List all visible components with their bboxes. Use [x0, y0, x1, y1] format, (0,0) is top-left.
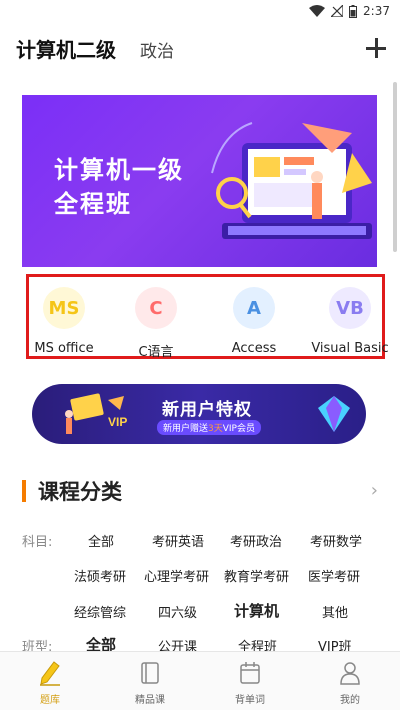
- tab-label: 题库: [40, 695, 60, 706]
- promo-subtitle: 新用户赠送3天VIP会员: [157, 420, 261, 435]
- subject-filter-item[interactable]: 四六级: [158, 602, 197, 621]
- section-accent-bar: [22, 480, 26, 502]
- tab-label: 背单词: [235, 695, 265, 706]
- subject-filter-item[interactable]: 全部: [88, 531, 114, 550]
- chevron-right-icon[interactable]: ›: [371, 480, 378, 501]
- bottom-tab-bar: 题库 精品课 背单词 我的: [0, 651, 400, 710]
- signal-icon: [331, 5, 344, 17]
- subject-filter-item[interactable]: 其他: [322, 602, 348, 621]
- subject-filter-item[interactable]: 医学考研: [308, 566, 360, 585]
- course-label: Visual Basic: [311, 341, 389, 356]
- visual-basic-icon: VB: [329, 287, 371, 329]
- tab-question-bank[interactable]: 题库: [10, 658, 90, 708]
- battery-icon: [349, 4, 358, 18]
- tab-vocabulary[interactable]: 背单词: [210, 658, 290, 708]
- promo-banner[interactable]: 计算机一级 全程班: [22, 95, 377, 267]
- banner-line1: 计算机一级: [54, 156, 184, 184]
- banner-text: 计算机一级 全程班: [54, 153, 184, 221]
- exam-title[interactable]: 计算机二级: [16, 34, 116, 63]
- app-header: 计算机二级 政治: [0, 28, 400, 72]
- course-icons-row: MS MS office C C语言 A Access VB Visual Ba…: [26, 274, 389, 360]
- course-c-language[interactable]: C C语言: [111, 283, 201, 360]
- ms-office-icon: MS: [43, 287, 85, 329]
- status-bar: 2:37: [0, 0, 400, 24]
- scrollbar[interactable]: [393, 82, 397, 252]
- subject-filter-item[interactable]: 考研数学: [310, 531, 362, 550]
- subject-filter-item[interactable]: 法硕考研: [74, 566, 126, 585]
- subject-filter-item[interactable]: 教育学考研: [224, 566, 289, 585]
- book-icon: [141, 662, 159, 684]
- promo-illustration: VIP: [65, 393, 127, 434]
- course-visual-basic[interactable]: VB Visual Basic: [305, 283, 395, 357]
- subject-filter-item[interactable]: 考研政治: [230, 531, 282, 550]
- gem-icon: [318, 396, 350, 432]
- subject-filter-item[interactable]: 心理学考研: [144, 566, 209, 585]
- course-access[interactable]: A Access: [209, 283, 299, 357]
- user-icon: [340, 662, 360, 685]
- exam-subject[interactable]: 政治: [140, 37, 174, 62]
- tab-label: 我的: [340, 695, 360, 706]
- svg-text:VIP: VIP: [108, 415, 127, 429]
- promo-title: 新用户特权: [162, 400, 252, 420]
- subject-filter-item[interactable]: 经综管综: [74, 602, 126, 621]
- course-label: MS office: [34, 341, 94, 356]
- banner-line2: 全程班: [54, 190, 132, 218]
- tab-premium-courses[interactable]: 精品课: [110, 658, 190, 708]
- tab-label: 精品课: [135, 695, 165, 706]
- c-language-icon: C: [135, 287, 177, 329]
- banner-illustration: [211, 122, 372, 239]
- status-icons: 2:37: [309, 4, 390, 18]
- subject-filter-item-selected[interactable]: 计算机: [234, 600, 279, 621]
- add-icon[interactable]: [364, 36, 388, 60]
- new-user-promo[interactable]: VIP 新用户特权 新用户赠送3天VIP会员: [32, 384, 366, 444]
- course-label: C语言: [138, 345, 174, 360]
- course-label: Access: [231, 341, 277, 356]
- tab-profile[interactable]: 我的: [310, 658, 390, 708]
- pencil-icon: [40, 661, 60, 686]
- course-category-header[interactable]: 课程分类 ›: [22, 476, 382, 506]
- wifi-icon: [309, 5, 326, 17]
- subject-label: 科目:: [22, 535, 53, 550]
- calendar-icon: [240, 662, 260, 684]
- status-time: 2:37: [363, 4, 390, 18]
- subject-filter-item[interactable]: 考研英语: [152, 531, 204, 550]
- access-icon: A: [233, 287, 275, 329]
- section-title: 课程分类: [38, 480, 122, 504]
- course-ms-office[interactable]: MS MS office: [19, 283, 109, 357]
